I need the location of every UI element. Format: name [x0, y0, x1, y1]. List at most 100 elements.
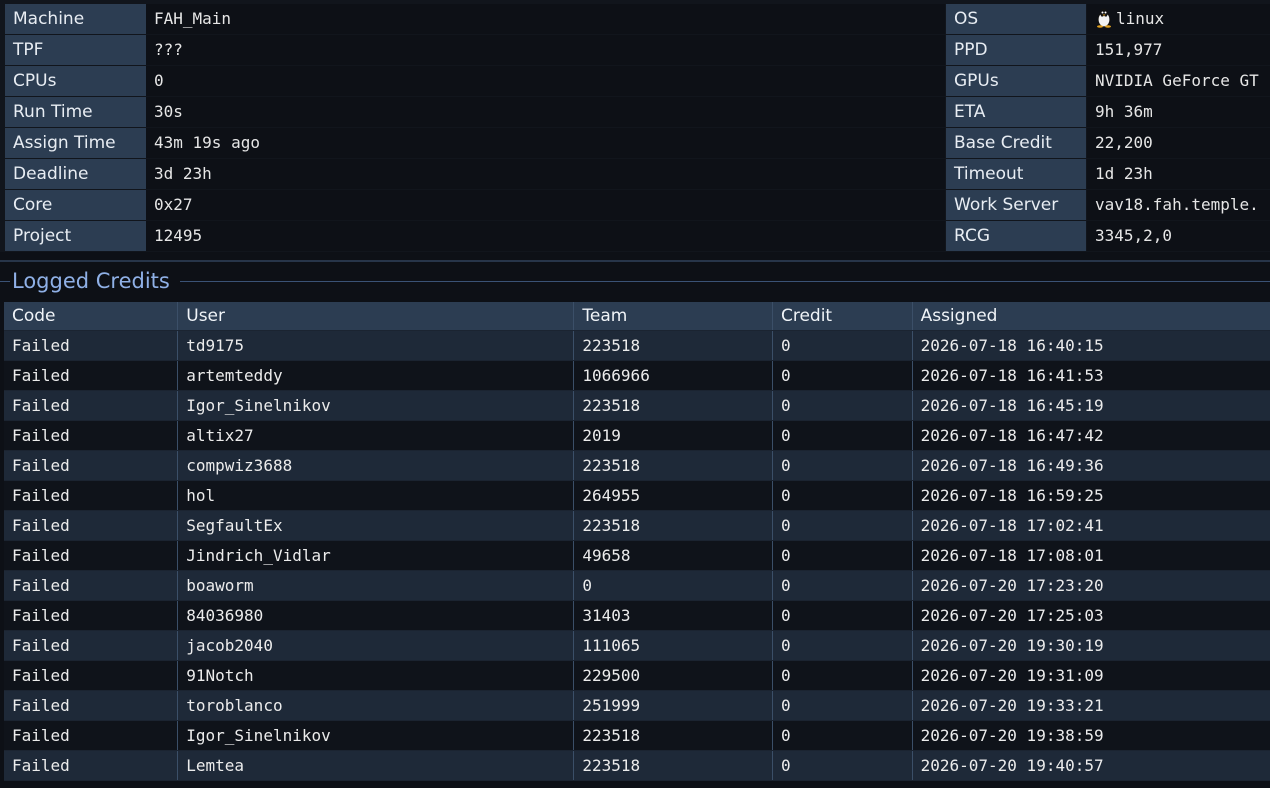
cell-credit: 0 — [772, 450, 913, 481]
cell-user: altix27 — [177, 420, 575, 451]
column-header-team[interactable]: Team — [573, 302, 773, 331]
cell-code: Failed — [4, 570, 179, 601]
cell-team: 31403 — [573, 600, 773, 631]
info-value: 22,200 — [1087, 128, 1270, 158]
info-label: Run Time — [5, 97, 146, 127]
column-header-user[interactable]: User — [177, 302, 575, 331]
cell-credit: 0 — [772, 630, 913, 661]
cell-assigned: 2026-07-20 19:40:57 — [912, 750, 1270, 781]
work-unit-info-panel: Machine FAH_Main OS linux TPF ??? PPD 15… — [0, 0, 1270, 252]
column-header-assigned[interactable]: Assigned — [912, 302, 1270, 331]
cell-user: Igor_Sinelnikov — [177, 390, 575, 421]
info-label: Machine — [5, 4, 146, 34]
cell-team: 1066966 — [573, 360, 773, 391]
info-value: 3d 23h — [146, 159, 945, 189]
cell-credit: 0 — [772, 360, 913, 391]
table-row[interactable]: Failed 84036980 31403 0 2026-07-20 17:25:03 — [4, 600, 1270, 631]
table-row[interactable]: Failed td9175 223518 0 2026-07-18 16:40:15 — [4, 330, 1270, 361]
cell-code: Failed — [4, 540, 179, 571]
cell-code: Failed — [4, 630, 179, 661]
info-row-run-time: Run Time 30s ETA 9h 36m — [0, 97, 1270, 127]
cell-credit: 0 — [772, 600, 913, 631]
info-row-deadline: Deadline 3d 23h Timeout 1d 23h — [0, 159, 1270, 189]
info-value: 151,977 — [1087, 35, 1270, 65]
table-row[interactable]: Failed boaworm 0 0 2026-07-20 17:23:20 — [4, 570, 1270, 601]
info-value: NVIDIA GeForce GT — [1087, 66, 1270, 96]
cell-team: 223518 — [573, 450, 773, 481]
info-label: RCG — [946, 221, 1086, 251]
table-row[interactable]: Failed altix27 2019 0 2026-07-18 16:47:42 — [4, 420, 1270, 451]
table-row[interactable]: Failed Jindrich_Vidlar 49658 0 2026-07-18 17… — [4, 540, 1270, 571]
table-row[interactable]: Failed toroblanco 251999 0 2026-07-20 19:33:… — [4, 690, 1270, 721]
cell-assigned: 2026-07-20 19:33:21 — [912, 690, 1270, 721]
info-label: Timeout — [946, 159, 1086, 189]
cell-user: td9175 — [177, 330, 575, 361]
cell-team: 223518 — [573, 510, 773, 541]
table-row[interactable]: Failed 91Notch 229500 0 2026-07-20 19:31:09 — [4, 660, 1270, 691]
cell-code: Failed — [4, 660, 179, 691]
cell-credit: 0 — [772, 420, 913, 451]
cell-team: 0 — [573, 570, 773, 601]
info-value: 12495 — [146, 221, 945, 251]
info-row-assign-time: Assign Time 43m 19s ago Base Credit 22,2… — [0, 128, 1270, 158]
cell-assigned: 2026-07-20 17:23:20 — [912, 570, 1270, 601]
cell-user: 91Notch — [177, 660, 575, 691]
info-value: 30s — [146, 97, 945, 127]
info-row-project: Project 12495 RCG 3345,2,0 — [0, 221, 1270, 251]
cell-code: Failed — [4, 480, 179, 511]
cell-assigned: 2026-07-20 19:30:19 — [912, 630, 1270, 661]
cell-user: Igor_Sinelnikov — [177, 720, 575, 751]
column-header-code[interactable]: Code — [4, 302, 179, 331]
cell-user: toroblanco — [177, 690, 575, 721]
table-row[interactable]: Failed SegfaultEx 223518 0 2026-07-18 17:02:… — [4, 510, 1270, 541]
logged-credits-table: Code User Team Credit Assigned Failed td9… — [4, 302, 1270, 781]
cell-assigned: 2026-07-18 17:08:01 — [912, 540, 1270, 571]
info-value: vav18.fah.temple. — [1087, 190, 1270, 220]
cell-user: boaworm — [177, 570, 575, 601]
cell-credit: 0 — [772, 690, 913, 721]
cell-credit: 0 — [772, 480, 913, 511]
info-label: TPF — [5, 35, 146, 65]
table-row[interactable]: Failed jacob2040 111065 0 2026-07-20 19:30:1… — [4, 630, 1270, 661]
table-row[interactable]: Failed artemteddy 1066966 0 2026-07-18 16:41… — [4, 360, 1270, 391]
info-label: OS — [946, 4, 1086, 34]
cell-code: Failed — [4, 510, 179, 541]
cell-team: 2019 — [573, 420, 773, 451]
cell-credit: 0 — [772, 510, 913, 541]
cell-user: jacob2040 — [177, 630, 575, 661]
table-row[interactable]: Failed Igor_Sinelnikov 223518 0 2026-07-20 1… — [4, 720, 1270, 751]
cell-assigned: 2026-07-20 19:31:09 — [912, 660, 1270, 691]
table-row[interactable]: Failed Lemtea 223518 0 2026-07-20 19:40:57 — [4, 750, 1270, 781]
cell-team: 223518 — [573, 390, 773, 421]
table-row[interactable]: Failed hol 264955 0 2026-07-18 16:59:25 — [4, 480, 1270, 511]
info-label: CPUs — [5, 66, 146, 96]
info-row-cpus: CPUs 0 GPUs NVIDIA GeForce GT — [0, 66, 1270, 96]
cell-user: 84036980 — [177, 600, 575, 631]
info-value: 1d 23h — [1087, 159, 1270, 189]
cell-team: 229500 — [573, 660, 773, 691]
cell-code: Failed — [4, 450, 179, 481]
info-label: PPD — [946, 35, 1086, 65]
table-row[interactable]: Failed compwiz3688 223518 0 2026-07-18 16:49… — [4, 450, 1270, 481]
table-row[interactable]: Failed Igor_Sinelnikov 223518 0 2026-07-18 1… — [4, 390, 1270, 421]
column-header-credit[interactable]: Credit — [772, 302, 913, 331]
cell-code: Failed — [4, 390, 179, 421]
cell-team: 223518 — [573, 750, 773, 781]
cell-user: artemteddy — [177, 360, 575, 391]
cell-team: 223518 — [573, 720, 773, 751]
cell-assigned: 2026-07-18 16:49:36 — [912, 450, 1270, 481]
cell-credit: 0 — [772, 570, 913, 601]
cell-team: 264955 — [573, 480, 773, 511]
cell-assigned: 2026-07-18 17:02:41 — [912, 510, 1270, 541]
cell-credit: 0 — [772, 720, 913, 751]
os-name: linux — [1116, 9, 1165, 28]
cell-credit: 0 — [772, 750, 913, 781]
cell-user: SegfaultEx — [177, 510, 575, 541]
info-label: Assign Time — [5, 128, 146, 158]
cell-team: 223518 — [573, 330, 773, 361]
cell-credit: 0 — [772, 540, 913, 571]
info-value-os: linux — [1087, 4, 1270, 34]
info-label: Deadline — [5, 159, 146, 189]
cell-team: 111065 — [573, 630, 773, 661]
cell-assigned: 2026-07-18 16:41:53 — [912, 360, 1270, 391]
